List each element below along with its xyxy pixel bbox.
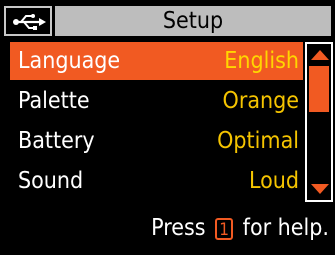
scrollbar[interactable] (305, 42, 333, 202)
menu-item-value: English (224, 48, 299, 74)
menu-item-label: Battery (18, 128, 95, 154)
menu-item-palette[interactable]: Palette Orange (10, 82, 303, 120)
menu-item-value: Orange (222, 88, 299, 114)
menu-item-label: Sound (18, 168, 84, 194)
page-title: Setup (162, 8, 224, 34)
menu-item-label: Language (18, 48, 121, 74)
scroll-down-arrow-icon[interactable] (311, 184, 329, 194)
usb-icon (13, 14, 46, 30)
menu-item-value: Optimal (217, 128, 299, 154)
menu-item-battery[interactable]: Battery Optimal (10, 122, 303, 160)
key-1-icon: 1 (215, 217, 234, 240)
device-screen: Setup Language English Palette Orange Ba… (0, 0, 335, 255)
menu-item-sound[interactable]: Sound Loud (10, 162, 303, 200)
help-text-before: Press (151, 215, 206, 241)
scroll-thumb[interactable] (309, 66, 329, 112)
menu-item-value: Loud (248, 168, 299, 194)
usb-status (4, 6, 52, 36)
title-bar: Setup (55, 6, 331, 36)
help-text-after: for help. (242, 215, 329, 241)
menu-item-language[interactable]: Language English (10, 42, 303, 80)
menu-item-label: Palette (18, 88, 90, 114)
scroll-up-arrow-icon[interactable] (311, 50, 329, 60)
help-hint: Press 1 for help. (151, 208, 329, 248)
